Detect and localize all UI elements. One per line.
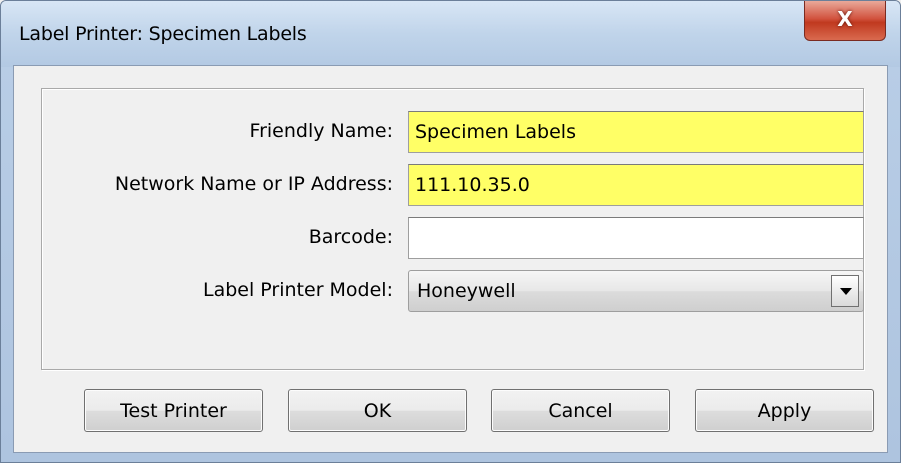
- apply-button[interactable]: Apply: [695, 389, 874, 432]
- chevron-down-icon: [840, 288, 852, 295]
- printer-settings-group: Friendly Name: Network Name or IP Addres…: [41, 88, 864, 370]
- window-title: Label Printer: Specimen Labels: [19, 23, 307, 45]
- barcode-input[interactable]: [408, 217, 864, 259]
- printer-model-value: Honeywell: [417, 280, 516, 302]
- printer-model-dropdown[interactable]: Honeywell: [408, 270, 864, 312]
- cancel-button[interactable]: Cancel: [491, 389, 670, 432]
- close-icon: X: [837, 7, 853, 31]
- printer-model-label: Label Printer Model:: [203, 279, 393, 301]
- close-button[interactable]: X: [804, 1, 886, 41]
- friendly-name-label: Friendly Name:: [249, 120, 393, 142]
- dropdown-button[interactable]: [831, 275, 859, 307]
- friendly-name-input[interactable]: [408, 111, 864, 153]
- network-name-label: Network Name or IP Address:: [114, 173, 393, 195]
- title-bar[interactable]: Label Printer: Specimen Labels X: [1, 1, 900, 67]
- dialog-window: Label Printer: Specimen Labels X Friendl…: [0, 0, 901, 463]
- dialog-body: Friendly Name: Network Name or IP Addres…: [13, 65, 888, 453]
- ok-button[interactable]: OK: [288, 389, 467, 432]
- network-address-input[interactable]: [408, 164, 864, 206]
- test-printer-button[interactable]: Test Printer: [84, 389, 263, 432]
- barcode-label: Barcode:: [308, 226, 393, 248]
